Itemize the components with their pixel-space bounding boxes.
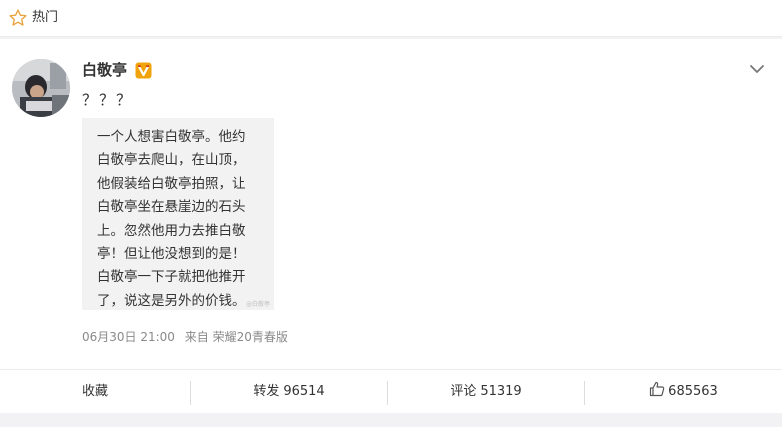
chevron-down-icon[interactable] [748,62,766,76]
image-caption: 一个人想害白敬亭。他约 白敬亭去爬山，在山顶， 他假装给白敬亭拍照，让 白敬亭坐… [97,129,246,309]
divider [0,37,782,39]
like-count: 685563 [668,384,718,399]
post-time[interactable]: 06月30日 21:00 [82,330,175,344]
comment-label: 评论 [450,384,477,399]
repost-button[interactable]: 转发 96514 [191,370,387,414]
avatar[interactable] [12,59,70,117]
avatar-image [12,59,70,117]
like-button[interactable]: 685563 [585,370,782,414]
post-meta: 06月30日 21:00 来自 荣耀20青春版 [82,329,288,345]
repost-label: 转发 [253,384,280,399]
star-outline-icon [9,9,27,26]
favorite-button[interactable]: 收藏 [0,370,190,414]
comment-count: 51319 [480,384,522,399]
feed-header: 热门 [0,0,782,37]
post-text: ？？？ [82,91,134,109]
username[interactable]: 白敬亭 [82,60,127,80]
post-image[interactable]: 一个人想害白敬亭。他约 白敬亭去爬山，在山顶， 他假装给白敬亭拍照，让 白敬亭坐… [82,118,274,310]
action-bar: 收藏 转发 96514 评论 51319 685563 [0,369,782,413]
bottom-gap [0,413,782,427]
source-prefix: 来自 [184,330,209,344]
comment-button[interactable]: 评论 51319 [388,370,584,414]
header-title: 热门 [32,10,59,25]
v-verified-icon [135,62,152,79]
post-source[interactable]: 荣耀20青春版 [213,330,288,344]
favorite-label: 收藏 [81,384,108,399]
thumbs-up-icon [650,381,665,397]
image-watermark: @白敬亭 [245,301,270,308]
repost-count: 96514 [283,384,325,399]
